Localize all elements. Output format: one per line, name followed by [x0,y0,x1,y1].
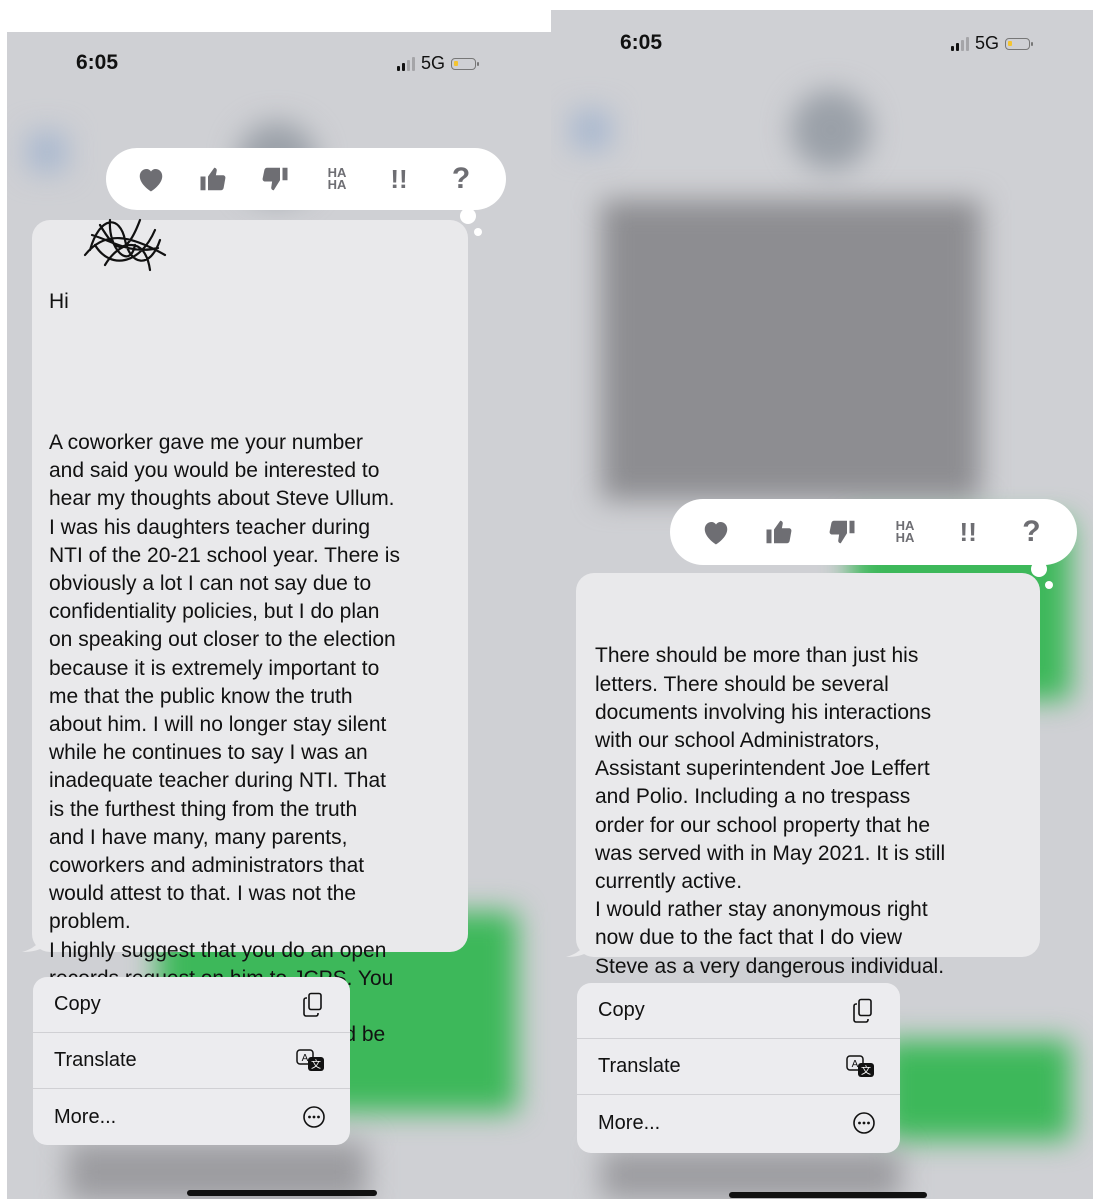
received-message-bubble[interactable]: There should be more than just his lette… [576,573,1040,978]
bubble-tail [566,936,590,957]
right-screenshot: 6:05 5G HA HA !! ? There should be more … [551,10,1093,1199]
thumbs-down-reaction[interactable] [822,512,862,552]
svg-text:文: 文 [861,1064,871,1077]
thumbs-up-reaction[interactable] [193,159,233,199]
copy-icon [303,992,322,1017]
tapback-tail [460,208,476,224]
copy-label: Copy [54,993,101,1015]
thumbs-down-icon [829,520,855,544]
emphasize-reaction[interactable]: !! [379,159,419,199]
translate-label: Translate [598,1055,681,1077]
svg-text:文: 文 [311,1058,321,1071]
translate-icon: A文 [846,1054,874,1077]
ellipsis-circle-icon [303,1106,325,1128]
thumbs-down-reaction[interactable] [255,159,295,199]
thumbs-down-icon [262,167,288,191]
signal-icon [397,56,415,71]
heart-reaction[interactable] [696,512,736,552]
battery-icon [451,57,480,70]
more-label: More... [598,1111,661,1134]
battery-icon [1005,37,1034,50]
thumbs-up-icon [200,167,226,191]
signal-icon [951,36,969,51]
haha-reaction[interactable]: HA HA [885,512,925,552]
haha-reaction[interactable]: HA HA [317,159,357,199]
copy-icon [853,998,872,1023]
scribble-redaction [83,218,167,272]
more-label: More... [54,1105,117,1128]
status-indicators: 5G [397,53,480,74]
message-greeting: Hi [49,290,69,314]
copy-menu-item[interactable]: Copy [33,977,350,1033]
status-time: 6:05 [620,31,663,54]
received-message-bubble[interactable]: Hi A coworker gave me your number and sa… [32,218,468,1074]
question-reaction[interactable]: ? [1011,512,1051,552]
svg-text:A: A [852,1059,859,1070]
translate-icon: A文 [296,1048,324,1071]
heart-icon [139,169,163,192]
blurred-message-bubble [601,200,981,500]
heart-reaction[interactable] [131,159,171,199]
status-indicators: 5G [951,33,1034,54]
blurred-avatar [791,90,871,170]
message-body: There should be more than just his lette… [595,644,946,978]
status-time: 6:05 [76,51,119,74]
question-reaction[interactable]: ? [441,159,481,199]
ellipsis-circle-icon [853,1112,875,1134]
home-indicator[interactable] [729,1192,927,1198]
tapback-tail-dot [474,228,482,236]
context-menu: Copy Translate A文 More... [577,983,900,1153]
svg-text:A: A [302,1053,309,1064]
network-label: 5G [421,53,446,73]
home-indicator[interactable] [187,1190,377,1196]
blurred-sent-bubble-2 [881,1040,1071,1140]
thumbs-up-icon [766,520,792,544]
copy-menu-item[interactable]: Copy [577,983,900,1039]
more-menu-item[interactable]: More... [577,1095,900,1151]
translate-menu-item[interactable]: Translate A文 [33,1033,350,1089]
tapback-bar: HA HA !! ? [106,148,506,210]
thumbs-up-reaction[interactable] [759,512,799,552]
blurred-back-button [27,132,67,172]
translate-label: Translate [54,1049,137,1071]
copy-label: Copy [598,999,645,1021]
blurred-back-button [571,110,611,150]
translate-menu-item[interactable]: Translate A文 [577,1039,900,1095]
tapback-bar: HA HA !! ? [670,499,1077,565]
tapback-tail-dot [1045,581,1053,589]
network-label: 5G [975,33,1000,53]
tapback-tail [1031,561,1047,577]
more-menu-item[interactable]: More... [33,1089,350,1145]
left-screenshot: 6:05 5G HA HA !! ? Hi A coworker gave me… [7,32,551,1199]
bubble-tail [22,931,46,952]
heart-icon [704,522,727,545]
emphasize-reaction[interactable]: !! [948,512,988,552]
context-menu: Copy Translate A文 More... [33,977,350,1145]
